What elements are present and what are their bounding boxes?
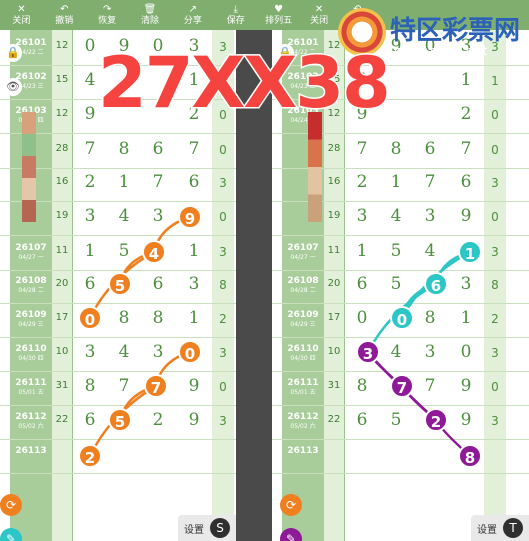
toolbar-download-button[interactable]: ⤓ 保存 <box>214 4 257 26</box>
marked-ball: 4 <box>142 240 166 264</box>
toolbar-redo-button[interactable]: ↷ 恢复 <box>86 4 129 26</box>
marked-ball: 0 <box>178 340 202 364</box>
marked-ball: 8 <box>458 444 482 468</box>
redo-icon: ↷ <box>102 4 112 15</box>
top-toolbar: ✕ 关闭 ↶ 撤销 ↷ 恢复 🗑 清除 ↗ 分享 ⤓ 保存 ♥ 排列五 <box>0 0 300 30</box>
toolbar-trash-button[interactable]: 🗑 清除 <box>129 4 172 26</box>
toolbar-share-button[interactable]: ↗ 分享 <box>171 4 214 26</box>
close-icon: ✕ <box>17 4 26 15</box>
toolbar-label: 分享 <box>183 16 202 26</box>
settings-label[interactable]: 设置 <box>477 521 497 536</box>
share-icon: ↗ <box>188 4 198 15</box>
close-button-right[interactable]: ✕ 关闭 <box>300 4 338 26</box>
marked-ball: 0 <box>390 306 414 330</box>
toolbar-label: 关闭 <box>12 16 31 26</box>
toolbar-close-button[interactable]: ✕ 关闭 <box>0 4 43 26</box>
marked-ball: 7 <box>144 374 168 398</box>
marked-ball: 2 <box>424 408 448 432</box>
t-button[interactable]: T <box>503 518 523 538</box>
trash-icon: 🗑 <box>143 4 157 15</box>
marked-ball: 2 <box>78 444 102 468</box>
marked-ball: 5 <box>108 272 132 296</box>
marked-ball: 6 <box>424 272 448 296</box>
download-icon: ⤓ <box>233 4 238 15</box>
toolbar-label: 恢复 <box>98 16 117 26</box>
right-bottom-bar: 设置 T <box>471 515 529 541</box>
undo-icon: ↶ <box>60 4 69 15</box>
marked-ball: 7 <box>390 374 414 398</box>
marked-ball: 9 <box>178 205 202 229</box>
marked-ball: 5 <box>108 408 132 432</box>
close-icon: ✕ <box>314 4 324 15</box>
refresh-button[interactable]: ⟳ <box>0 494 22 516</box>
settings-label[interactable]: 设置 <box>184 521 204 536</box>
toolbar-label: 清除 <box>141 16 160 26</box>
marked-ball: 0 <box>78 306 102 330</box>
headline-text: 27XX38 <box>97 41 393 126</box>
toolbar-label: 排列五 <box>265 16 293 26</box>
heart-icon: ♥ <box>274 4 284 15</box>
left-bottom-bar: 设置 S <box>178 515 236 541</box>
refresh-button[interactable]: ⟳ <box>280 494 302 516</box>
marked-ball: 3 <box>356 340 380 364</box>
marked-ball: 1 <box>458 240 482 264</box>
toolbar-label: 撤销 <box>55 16 74 26</box>
toolbar-label: 保存 <box>226 16 245 26</box>
toolbar-heart-button[interactable]: ♥ 排列五 <box>257 4 300 26</box>
toolbar-undo-button[interactable]: ↶ 撤销 <box>43 4 86 26</box>
s-button[interactable]: S <box>210 518 230 538</box>
